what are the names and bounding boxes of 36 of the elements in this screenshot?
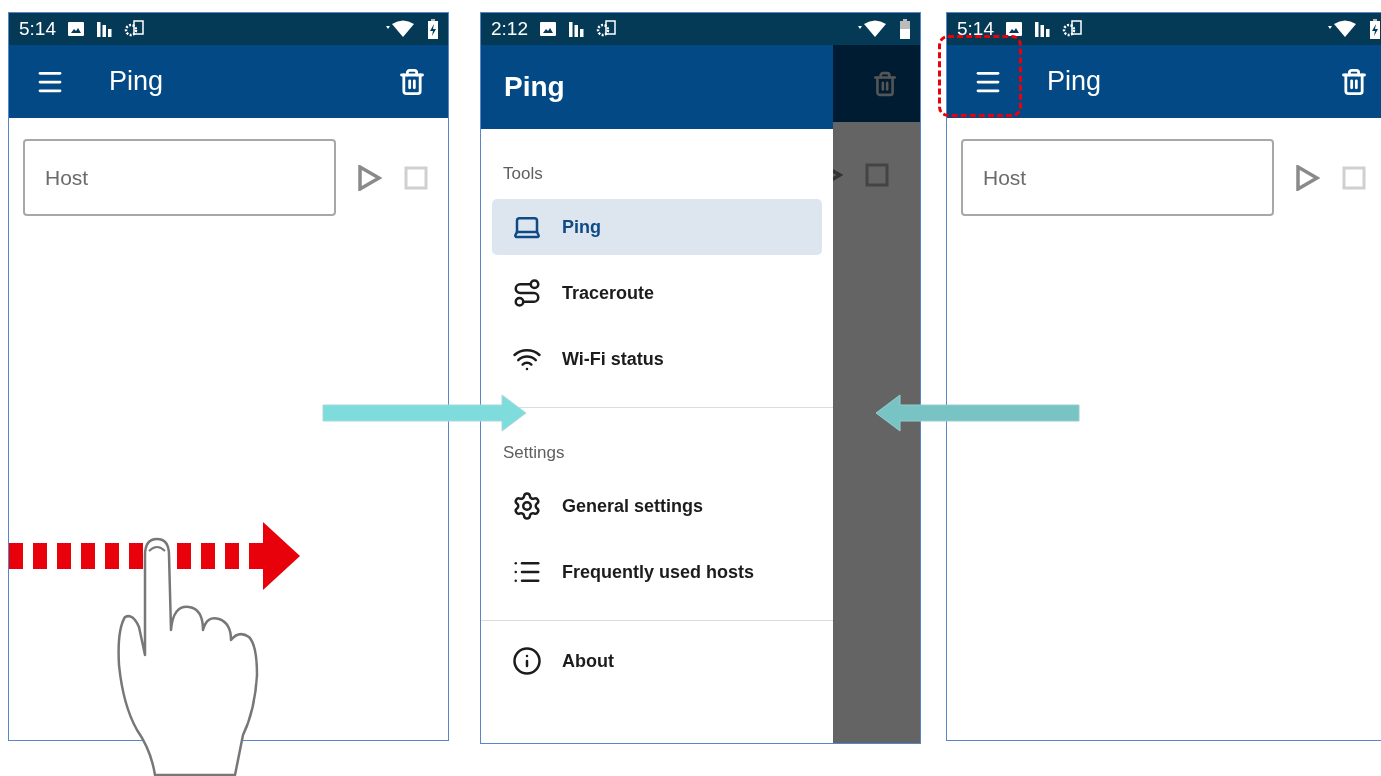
wifi-icon — [386, 20, 416, 38]
trash-icon — [872, 70, 898, 97]
drawer-item[interactable]: Traceroute — [492, 265, 822, 321]
item-icon — [512, 278, 542, 308]
status-time: 5:14 — [19, 16, 56, 41]
gear-icon — [124, 20, 144, 38]
image-icon — [1006, 22, 1022, 36]
bars-icon — [96, 21, 112, 37]
drawer-item[interactable]: About — [492, 633, 822, 689]
gear-icon — [1062, 20, 1082, 38]
play-icon[interactable] — [358, 164, 382, 191]
wifi-icon — [1328, 20, 1358, 38]
bars-icon — [568, 21, 584, 37]
item-icon — [512, 646, 542, 676]
bars-icon — [1034, 21, 1050, 37]
host-field[interactable]: Host — [23, 139, 336, 216]
app-title: Ping — [1047, 65, 1103, 99]
drawer-item[interactable]: Wi-Fi status — [492, 331, 822, 387]
drawer-item[interactable]: General settings — [492, 478, 822, 534]
item-icon — [512, 491, 542, 521]
status-time: 5:14 — [957, 16, 994, 41]
trash-icon[interactable] — [398, 67, 426, 96]
image-icon — [540, 22, 556, 36]
trash-icon[interactable] — [1340, 67, 1368, 96]
gear-icon — [596, 20, 616, 38]
drawer-title: Ping — [504, 70, 565, 104]
drawer-item[interactable]: Frequently used hosts — [492, 544, 822, 600]
play-icon[interactable] — [1296, 164, 1320, 191]
wifi-icon — [858, 20, 888, 38]
status-time: 2:12 — [491, 16, 528, 41]
image-icon — [68, 22, 84, 36]
section-heading: Settings — [502, 442, 566, 464]
host-field[interactable]: Host — [961, 139, 1274, 216]
app-title: Ping — [109, 65, 165, 99]
section-heading: Tools — [502, 163, 544, 185]
drawer-item[interactable]: Ping — [492, 199, 822, 255]
